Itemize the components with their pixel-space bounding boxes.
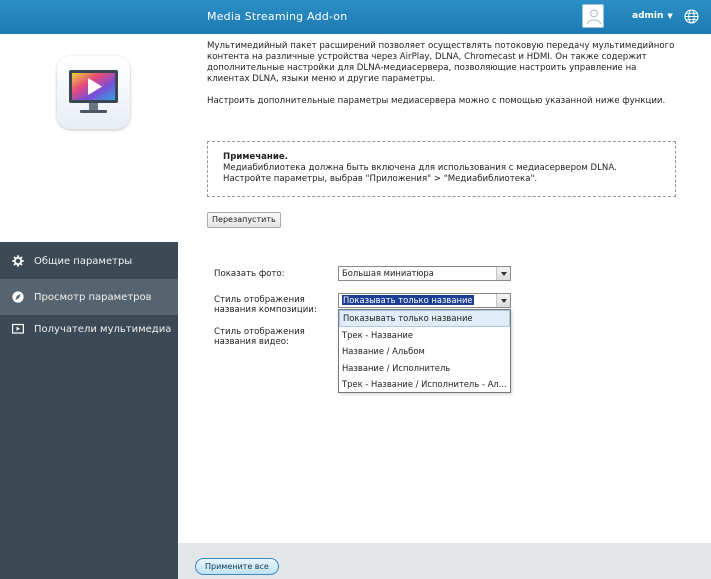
dropdown-option[interactable]: Трек - Название — [339, 327, 510, 344]
user-menu[interactable]: admin ▼ — [632, 11, 673, 21]
restart-button[interactable]: Перезапустить — [207, 212, 281, 228]
video-title-style-label: Стиль отображения названия видео: — [214, 327, 305, 347]
description-hint: Настроить дополнительные параметры медиа… — [207, 96, 666, 106]
photo-label: Показать фото: — [214, 269, 285, 279]
track-title-style-dropdown: Показывать только название Трек - Назван… — [338, 309, 511, 393]
note-title: Примечание. — [223, 152, 288, 162]
note-box: Примечание. Медиабиблиотека должна быть … — [207, 141, 676, 197]
sidebar-item-label: Получатели мультимедиа — [34, 324, 172, 335]
app-title: Media Streaming Add-on — [207, 10, 348, 23]
sidebar-item-view-settings[interactable]: Просмотр параметров — [0, 279, 178, 315]
action-bar: Примените все — [178, 543, 711, 579]
sidebar: Общие параметры Просмотр параметров Полу… — [0, 242, 178, 579]
sidebar-item-label: Просмотр параметров — [34, 292, 152, 303]
track-label-line-1: Стиль отображения — [214, 295, 305, 305]
photo-select-value: Большая миниатюра — [342, 268, 434, 278]
media-player-icon — [12, 323, 24, 334]
chevron-down-icon[interactable] — [496, 267, 510, 280]
sidebar-item-label: Общие параметры — [34, 256, 133, 267]
video-label-line-1: Стиль отображения — [214, 327, 305, 337]
track-select-value: Показывать только название — [342, 295, 474, 305]
dropdown-option[interactable]: Трек - Название / Исполнитель - Ал... — [339, 376, 510, 393]
description-text: Мультимедийный пакет расширений позволяе… — [207, 41, 675, 84]
compass-icon — [12, 291, 24, 303]
chevron-down-icon: ▼ — [667, 12, 673, 20]
track-title-style-select[interactable]: Показывать только название — [338, 293, 511, 308]
user-name: admin — [632, 11, 664, 21]
media-monitor-icon — [69, 70, 118, 113]
top-bar: Media Streaming Add-on admin ▼ — [0, 0, 711, 34]
settings-panel: Показать фото: Большая миниатюра Стиль о… — [178, 242, 711, 579]
note-line-1: Медиабиблиотека должна быть включена для… — [223, 163, 617, 173]
note-line-2: Настройте параметры, выбрав "Приложения"… — [223, 174, 538, 184]
dropdown-option[interactable]: Показывать только название — [339, 310, 510, 327]
sidebar-item-media-receivers[interactable]: Получатели мультимедиа — [0, 311, 178, 347]
dropdown-option[interactable]: Название / Исполнитель — [339, 360, 510, 377]
user-avatar[interactable] — [582, 4, 604, 28]
description: Мультимедийный пакет расширений позволяе… — [207, 41, 677, 118]
video-label-line-2: названия видео: — [214, 337, 289, 347]
sidebar-item-general[interactable]: Общие параметры — [0, 243, 178, 279]
user-icon — [587, 9, 601, 25]
app-logo — [57, 56, 130, 129]
apply-all-button[interactable]: Примените все — [195, 558, 279, 575]
photo-select[interactable]: Большая миниатюра — [338, 266, 511, 281]
track-label-line-2: названия композиции: — [214, 305, 317, 315]
gear-icon — [12, 255, 24, 267]
globe-icon[interactable] — [684, 9, 699, 24]
track-title-style-label: Стиль отображения названия композиции: — [214, 295, 317, 315]
chevron-down-icon[interactable] — [496, 294, 510, 307]
dropdown-option[interactable]: Название / Альбом — [339, 343, 510, 360]
